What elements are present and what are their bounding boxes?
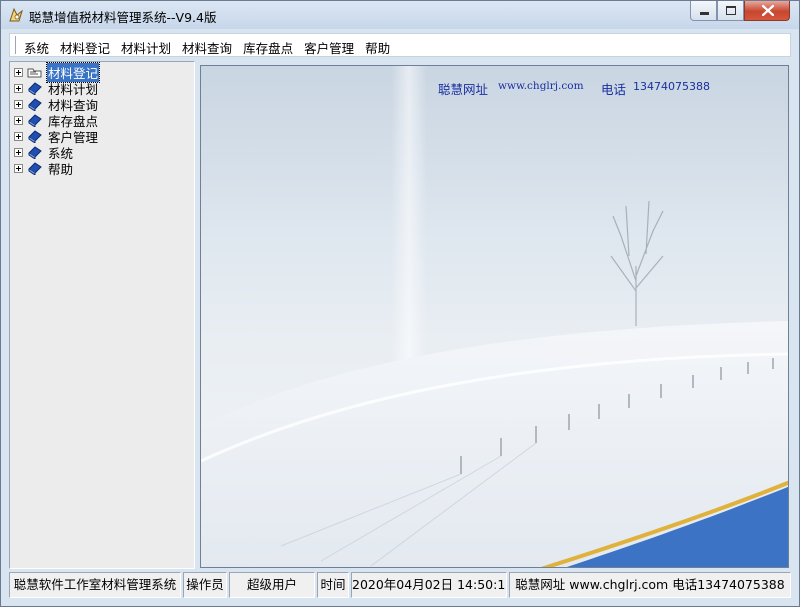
minimize-button[interactable] (690, 1, 717, 21)
welcome-banner: 聪慧网址 www.chglrj.com 电话 13474075388 (200, 65, 789, 568)
expand-plus-icon[interactable] (14, 147, 23, 157)
menu-bar: 系统 材料登记 材料计划 材料查询 库存盘点 客户管理 帮助 (9, 33, 791, 57)
tree-node-help[interactable]: 帮助 (14, 159, 74, 178)
maximize-icon (726, 6, 736, 15)
status-time-value: 2020年04月02日 14:50:13 (351, 572, 507, 598)
book-icon (28, 98, 42, 111)
expand-plus-icon[interactable] (14, 163, 23, 173)
status-time-label: 时间 (317, 572, 349, 598)
expand-plus-icon[interactable] (14, 131, 23, 141)
expand-plus-icon[interactable] (14, 83, 23, 93)
menu-customer-management[interactable]: 客户管理 (304, 38, 359, 57)
window-title: 聪慧增值税材料管理系统--V9.4版 (29, 10, 217, 25)
status-company: 聪慧软件工作室材料管理系统 (9, 572, 181, 598)
close-button[interactable] (744, 1, 790, 21)
menu-help[interactable]: 帮助 (365, 38, 395, 57)
open-hand-folder-icon (27, 68, 42, 78)
maximize-button[interactable] (717, 1, 744, 21)
book-icon (28, 162, 42, 175)
book-icon (28, 114, 42, 127)
banner-contact-line: 聪慧网址 www.chglrj.com 电话 13474075388 (201, 79, 788, 97)
status-operator-label: 操作员 (183, 572, 227, 598)
book-icon (28, 146, 42, 159)
menu-inventory-check[interactable]: 库存盘点 (243, 38, 298, 57)
navigation-tree: 材料登记 材料计划 材料查询 库存盘点 客户管理 系统 帮助 (9, 61, 195, 569)
book-icon (28, 82, 42, 95)
close-icon (762, 5, 774, 16)
menu-system[interactable]: 系统 (24, 38, 54, 57)
expand-plus-icon[interactable] (14, 67, 23, 77)
phone-number: 13474075388 (633, 80, 710, 93)
book-icon (28, 130, 42, 143)
expand-plus-icon[interactable] (14, 99, 23, 109)
status-contact: 聪慧网址 www.chglrj.com 电话13474075388 (509, 572, 791, 598)
expand-plus-icon[interactable] (14, 115, 23, 125)
minimize-icon (700, 12, 709, 15)
main-window: 聪慧增值税材料管理系统--V9.4版 系统 材料登记 材料计划 材料查询 库存盘… (0, 0, 800, 607)
phone-label: 电话 (601, 82, 627, 97)
menu-items: 系统 材料登记 材料计划 材料查询 库存盘点 客户管理 帮助 (24, 38, 401, 57)
app-logo-icon (9, 7, 23, 22)
title-bar[interactable]: 聪慧增值税材料管理系统--V9.4版 (1, 1, 799, 29)
snow-landscape-image (201, 66, 788, 567)
menu-grip (13, 36, 16, 54)
tree-label[interactable]: 帮助 (47, 159, 74, 178)
site-url: www.chglrj.com (498, 80, 584, 92)
menu-material-register[interactable]: 材料登记 (60, 38, 115, 57)
status-operator-value: 超级用户 (229, 572, 315, 598)
menu-material-query[interactable]: 材料查询 (182, 38, 237, 57)
status-bar: 聪慧软件工作室材料管理系统 操作员 超级用户 时间 2020年04月02日 14… (9, 572, 791, 598)
site-label: 聪慧网址 (438, 82, 489, 97)
menu-material-plan[interactable]: 材料计划 (121, 38, 176, 57)
